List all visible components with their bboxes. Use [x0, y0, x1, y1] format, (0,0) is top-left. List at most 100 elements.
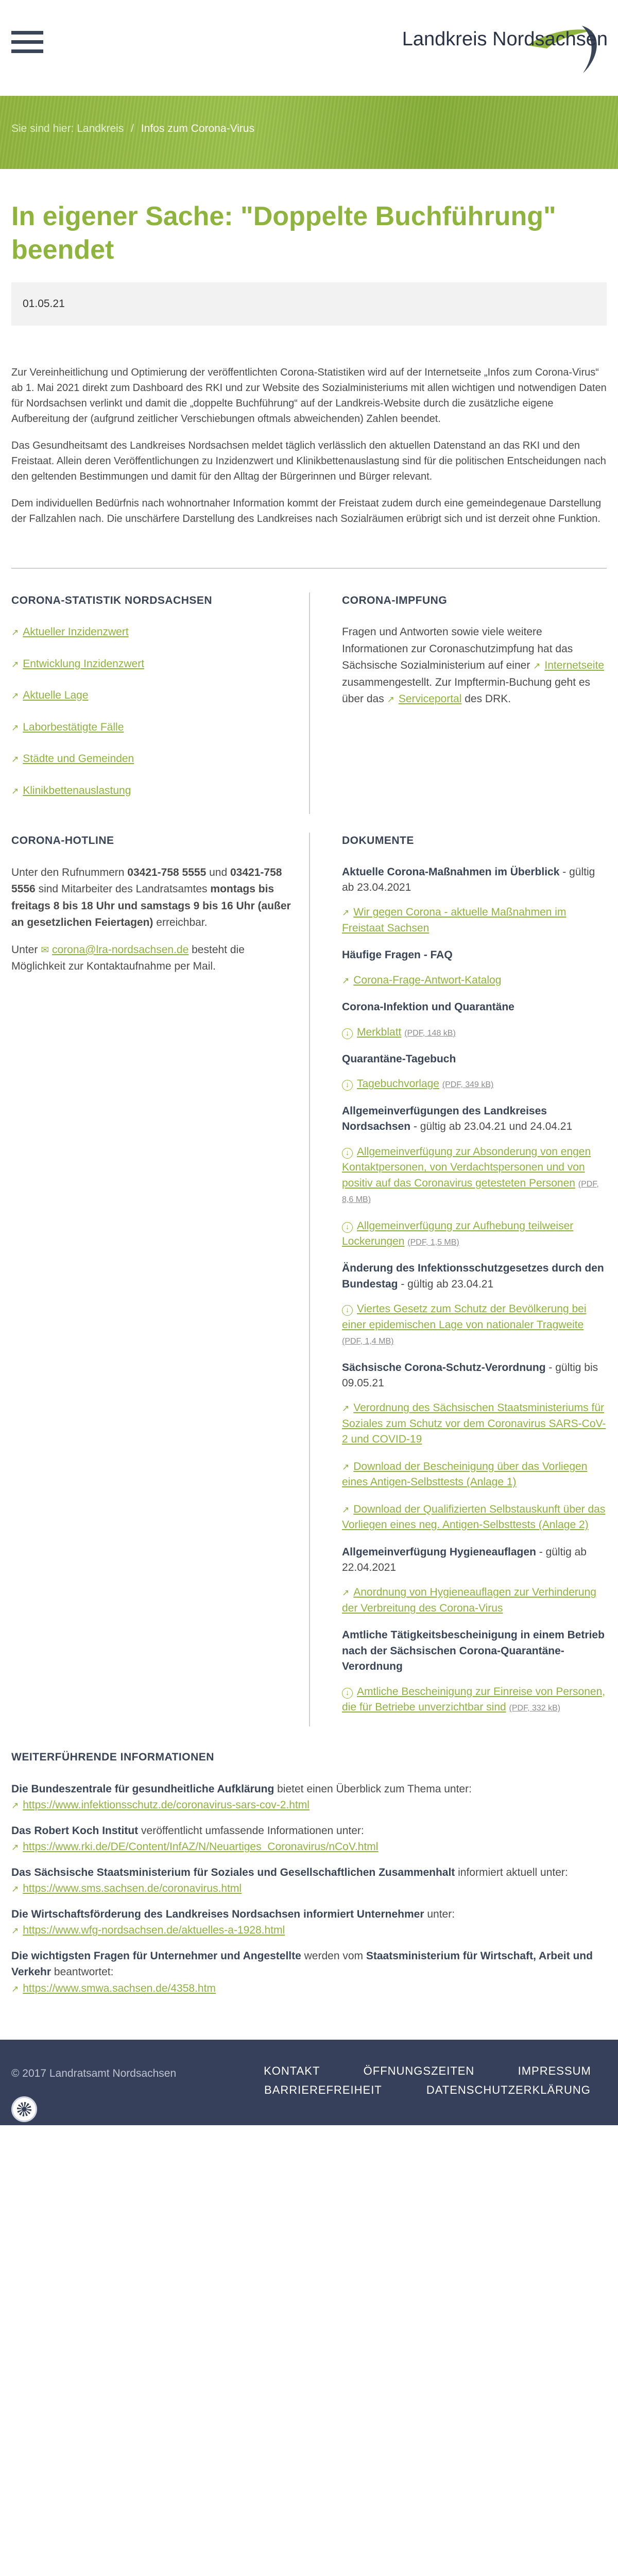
document-file-info: (PDF, 332 kB) — [509, 1704, 561, 1713]
document-item: Download der Bescheinigung über das Vorl… — [342, 1459, 607, 1490]
statistik-heading: CORONA-STATISTIK NORDSACHSEN — [11, 594, 213, 606]
info-entry: Die wichtigsten Fragen für Unternehmer u… — [11, 1948, 607, 1997]
info-entry: Das Robert Koch Institut veröffentlicht … — [11, 1823, 607, 1855]
info-entry-text: bietet einen Überblick zum Thema unter: — [274, 1783, 472, 1795]
document-group-title: Quarantäne-Tagebuch — [342, 1052, 607, 1067]
document-download-link[interactable]: Tagebuchvorlage — [342, 1078, 439, 1090]
document-group-title: Aktuelle Corona-Maßnahmen im Überblick -… — [342, 865, 607, 896]
document-file-info: (PDF, 148 kB) — [404, 1028, 456, 1038]
document-item: Anordnung von Hygieneauflagen zur Verhin… — [342, 1585, 607, 1616]
accessibility-badge-icon[interactable] — [11, 2096, 37, 2123]
document-group: Corona-Infektion und Quarantäne Merkblatt… — [342, 999, 607, 1040]
info-entry: Die Wirtschaftsförderung des Landkreises… — [11, 1906, 607, 1939]
document-download-link[interactable]: Viertes Gesetz zum Schutz der Bevölkerun… — [342, 1303, 587, 1330]
statistik-link[interactable]: Klinikbettenauslastung — [11, 783, 291, 799]
hotline-text-part: erreichbar. — [156, 917, 208, 929]
info-entry-link[interactable]: https://www.rki.de/DE/Content/InfAZ/N/Ne… — [11, 1839, 607, 1855]
info-entry-link[interactable]: https://www.smwa.sachsen.de/4358.htm — [11, 1980, 607, 1997]
info-entry-text: veröffentlicht umfassende Informationen … — [138, 1824, 364, 1837]
document-group: Allgemeinverfügung Hygieneauflagen - gül… — [342, 1545, 607, 1617]
info-entry: Die Bundeszentrale für gesundheitliche A… — [11, 1781, 607, 1814]
statistik-link[interactable]: Aktueller Inzidenzwert — [11, 624, 291, 640]
footer-nav: KONTAKT ÖFFNUNGSZEITEN IMPRESSUM BARRIER… — [242, 2062, 613, 2100]
hotline-text-part: Unter — [11, 943, 38, 956]
logo-text[interactable]: Landkreis Nordsachsen — [402, 25, 608, 54]
document-group-title: Häufige Fragen - FAQ — [342, 947, 607, 963]
page-title: In eigener Sache: "Doppelte Buchführung"… — [11, 201, 556, 265]
breadcrumb-home-link[interactable]: Landkreis — [77, 123, 124, 134]
dokumente-heading: DOKUMENTE — [342, 835, 414, 846]
document-file-info: (PDF, 349 kB) — [442, 1080, 494, 1090]
document-group-validity: - gültig ab 23.04.21 — [398, 1278, 494, 1290]
document-file-info: (PDF, 1,4 MB) — [342, 1337, 394, 1346]
document-item: Corona-Frage-Antwort-Katalog — [342, 973, 607, 988]
document-download-link[interactable]: Amtliche Bescheinigung zur Einreise von … — [342, 1686, 605, 1713]
info-entry-text: informiert aktuell unter: — [455, 1866, 568, 1878]
info-entry: Das Sächsische Staatsministerium für Soz… — [11, 1865, 607, 1897]
document-group-title-text: Corona-Infektion und Quarantäne — [342, 1001, 514, 1013]
hotline-phone: 03421-758 5555 — [127, 866, 207, 878]
document-group: Häufige Fragen - FAQ Corona-Frage-Antwort… — [342, 947, 607, 988]
hotline-heading: CORONA-HOTLINE — [11, 835, 114, 846]
document-group: Änderung des Infektionsschutzgesetzes du… — [342, 1261, 607, 1348]
footer-link-impressum[interactable]: IMPRESSUM — [518, 2062, 591, 2079]
breadcrumb: Sie sind hier: Landkreis / Infos zum Cor… — [11, 121, 254, 137]
document-group: Amtliche Tätigkeitsbescheinigung in eine… — [342, 1628, 607, 1715]
document-external-link[interactable]: Download der Qualifizierten Selbstauskun… — [342, 1503, 605, 1531]
document-download-link[interactable]: Merkblatt — [342, 1026, 401, 1038]
site-header: Landkreis Nordsachsen — [0, 0, 618, 96]
document-external-link[interactable]: Anordnung von Hygieneauflagen zur Verhin… — [342, 1586, 596, 1614]
document-item: Viertes Gesetz zum Schutz der Bevölkerun… — [342, 1301, 607, 1348]
document-item: Allgemeinverfügung zur Absonderung von e… — [342, 1144, 607, 1207]
statistik-link[interactable]: Städte und Gemeinden — [11, 751, 291, 767]
document-download-link[interactable]: Allgemeinverfügung zur Absonderung von e… — [342, 1146, 591, 1189]
breadcrumb-separator: / — [131, 123, 134, 134]
document-group: Quarantäne-Tagebuch Tagebuchvorlage (PDF,… — [342, 1052, 607, 1092]
article-date: 01.05.21 — [11, 282, 607, 326]
document-group-title-text: Aktuelle Corona-Maßnahmen im Überblick — [342, 866, 560, 878]
info-entry-text: werden vom — [301, 1950, 366, 1962]
document-group-title-text: Quarantäne-Tagebuch — [342, 1053, 456, 1065]
impfung-internetseite-link[interactable]: Internetseite — [533, 659, 604, 671]
dokumente-groups: Aktuelle Corona-Maßnahmen im Überblick -… — [342, 865, 607, 1716]
footer-link-barrierefreiheit[interactable]: BARRIEREFREIHEIT — [264, 2081, 382, 2098]
document-file-info: (PDF, 1,5 MB) — [407, 1238, 459, 1247]
hamburger-menu-icon[interactable] — [11, 31, 43, 61]
document-group: Sächsische Corona-Schutz-Verordnung - gü… — [342, 1360, 607, 1533]
article-paragraph: Zur Vereinheitlichung und Optimierung de… — [11, 366, 607, 425]
info-entry-source: Das Robert Koch Institut — [11, 1824, 139, 1837]
article-paragraph: Dem individuellen Bedürfnis nach wohnort… — [11, 497, 602, 524]
statistik-link[interactable]: Aktuelle Lage — [11, 687, 291, 704]
hotline-text: Unter den Rufnummern 03421-758 5555 und … — [11, 865, 291, 931]
site-footer: © 2017 Landratsamt Nordsachsen KONTAKT Ö… — [0, 2040, 618, 2126]
weiterfuehrende-section: WEITERFÜHRENDE INFORMATIONEN Die Bundesz… — [11, 1749, 607, 1996]
info-entry-text: beantwortet: — [51, 1966, 114, 1978]
document-group-title-text: Amtliche Tätigkeitsbescheinigung in eine… — [342, 1629, 605, 1673]
document-group-title: Allgemeinverfügungen des Landkreises Nor… — [342, 1104, 607, 1135]
document-group: Aktuelle Corona-Maßnahmen im Überblick -… — [342, 865, 607, 937]
section-divider — [11, 567, 607, 569]
statistik-link[interactable]: Entwicklung Inzidenzwert — [11, 656, 291, 672]
impfung-section: CORONA-IMPFUNG Fragen und Antworten sowi… — [309, 592, 607, 814]
footer-link-kontakt[interactable]: KONTAKT — [264, 2062, 320, 2079]
hotline-email-link[interactable]: corona@lra-nordsachsen.de — [52, 944, 188, 956]
impfung-serviceportal-link[interactable]: Serviceportal — [387, 693, 462, 705]
info-entry-link[interactable]: https://www.infektionsschutz.de/coronavi… — [11, 1797, 607, 1814]
footer-link-datenschutz[interactable]: DATENSCHUTZERKLÄRUNG — [426, 2081, 591, 2098]
hotline-text-part: sind Mitarbeiter des Landratsamtes — [38, 883, 208, 895]
document-external-link[interactable]: Corona-Frage-Antwort-Katalog — [342, 974, 501, 986]
document-external-link[interactable]: Wir gegen Corona - aktuelle Maßnahmen im… — [342, 906, 566, 934]
document-group-title: Amtliche Tätigkeitsbescheinigung in eine… — [342, 1628, 607, 1674]
document-external-link[interactable]: Download der Bescheinigung über das Vorl… — [342, 1461, 587, 1488]
impfung-text: Fragen und Antworten sowie viele weitere… — [342, 624, 607, 708]
statistik-link[interactable]: Laborbestätigte Fälle — [11, 719, 291, 736]
info-entry-link[interactable]: https://www.wfg-nordsachsen.de/aktuelles… — [11, 1922, 607, 1939]
info-entry-link[interactable]: https://www.sms.sachsen.de/coronavirus.h… — [11, 1880, 607, 1897]
weiterfuehrende-heading: WEITERFÜHRENDE INFORMATIONEN — [11, 1751, 214, 1764]
footer-link-oeffnungszeiten[interactable]: ÖFFNUNGSZEITEN — [364, 2062, 475, 2079]
document-item: Merkblatt (PDF, 148 kB) — [342, 1025, 607, 1040]
document-group-title-text: Allgemeinverfügung Hygieneauflagen — [342, 1546, 536, 1558]
document-group-title: Corona-Infektion und Quarantäne — [342, 999, 607, 1015]
document-external-link[interactable]: Verordnung des Sächsischen Staatsministe… — [342, 1402, 606, 1445]
article-paragraph: Das Gesundheitsamt des Landkreises Nords… — [11, 439, 606, 482]
